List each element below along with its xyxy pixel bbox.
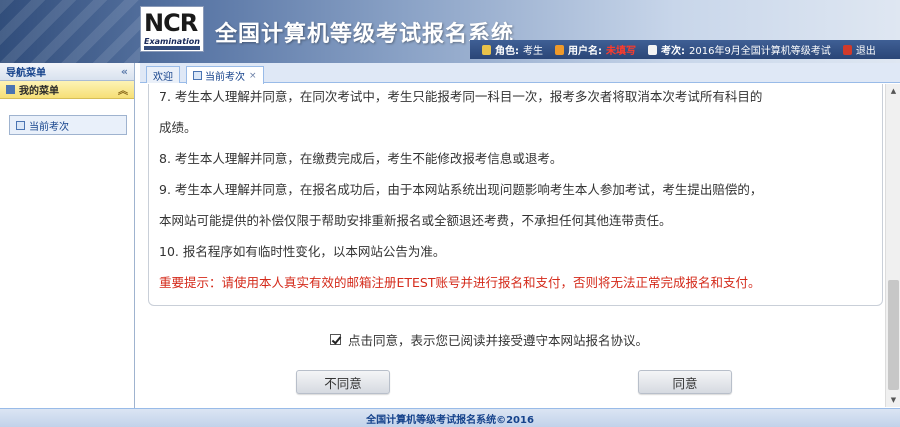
sidebar-item-label: 当前考次 bbox=[29, 121, 69, 133]
role-label: 角色: bbox=[495, 46, 519, 57]
tab-label: 当前考次 bbox=[205, 72, 245, 83]
my-menu-title: 我的菜单 bbox=[19, 86, 59, 97]
page-footer: 全国计算机等级考试报名系统©2016 bbox=[0, 408, 900, 427]
main-content: 7. 考生本人理解并同意，在同次考试中，考生只能报考同一科目一次，报考多次者将取… bbox=[140, 84, 885, 407]
menu-icon bbox=[6, 85, 15, 94]
tab-current-exam[interactable]: 当前考次 × bbox=[186, 66, 264, 84]
agree-button[interactable]: 同意 bbox=[638, 370, 732, 394]
exam-label: 考次: bbox=[661, 46, 685, 57]
sidebar-title: 导航菜单 bbox=[6, 68, 46, 79]
sidebar: 导航菜单 « 我的菜单 ︽ 当前考次 bbox=[0, 63, 135, 408]
tab-welcome[interactable]: 欢迎 bbox=[146, 66, 180, 83]
scroll-down-icon[interactable]: ▼ bbox=[886, 393, 900, 407]
agreement-line: 8. 考生本人理解并同意，在缴费完成后，考生不能修改报考信息或退考。 bbox=[159, 151, 563, 166]
exam-icon bbox=[648, 44, 657, 55]
exit-label[interactable]: 退出 bbox=[856, 42, 876, 57]
exam-segment: 考次: 2016年9月全国计算机等级考试 bbox=[648, 42, 831, 57]
agreement-line: 成绩。 bbox=[159, 120, 197, 135]
scroll-up-icon[interactable]: ▲ bbox=[886, 84, 900, 98]
disagree-button[interactable]: 不同意 bbox=[296, 370, 390, 394]
user-segment: 用户名: 未填写 bbox=[555, 42, 636, 57]
role-segment: 角色: 考生 bbox=[482, 42, 543, 57]
my-menu-header[interactable]: 我的菜单 ︽ bbox=[0, 81, 134, 99]
exit-icon[interactable] bbox=[842, 44, 852, 55]
consent-checkbox[interactable] bbox=[330, 334, 341, 345]
user-info-bar: 角色: 考生 用户名: 未填写 考次: 2016年9月全国计算机等级考试 退出 bbox=[470, 40, 900, 59]
agreement-panel: 7. 考生本人理解并同意，在同次考试中，考生只能报考同一科目一次，报考多次者将取… bbox=[148, 84, 883, 306]
document-icon bbox=[193, 71, 202, 80]
logo-subtitle: Examination bbox=[144, 37, 200, 46]
menu-toggle-icon[interactable]: ︽ bbox=[118, 82, 128, 97]
footer-text: 全国计算机等级考试报名系统©2016 bbox=[366, 414, 534, 426]
user-value: 未填写 bbox=[606, 46, 636, 57]
ncre-logo: NCR Examination bbox=[140, 6, 204, 52]
close-tab-icon[interactable]: × bbox=[249, 71, 257, 81]
app-header: NCR Examination 全国计算机等级考试报名系统 角色: 考生 用户名… bbox=[0, 0, 900, 63]
vertical-scrollbar[interactable]: ▲ ▼ bbox=[885, 84, 900, 407]
logo-underline bbox=[144, 46, 200, 50]
tab-label: 欢迎 bbox=[153, 71, 173, 83]
user-icon bbox=[555, 44, 564, 55]
scrollbar-thumb[interactable] bbox=[888, 280, 899, 390]
user-label: 用户名: bbox=[568, 46, 602, 57]
agreement-line: 7. 考生本人理解并同意，在同次考试中，考生只能报考同一科目一次，报考多次者将取… bbox=[159, 89, 763, 104]
sidebar-item-current-exam[interactable]: 当前考次 bbox=[9, 115, 127, 135]
exam-value: 2016年9月全国计算机等级考试 bbox=[689, 46, 831, 57]
agreement-line: 10. 报名程序如有临时性变化，以本网站公告为准。 bbox=[159, 244, 446, 259]
collapse-sidebar-icon[interactable]: « bbox=[121, 65, 128, 78]
consent-row: 点击同意，表示您已阅读并接受遵守本网站报名协议。 bbox=[330, 330, 648, 349]
role-value: 考生 bbox=[523, 46, 543, 57]
consent-label[interactable]: 点击同意，表示您已阅读并接受遵守本网站报名协议。 bbox=[348, 330, 648, 349]
document-icon bbox=[16, 120, 25, 130]
header-decoration bbox=[0, 0, 140, 63]
agreement-line: 9. 考生本人理解并同意，在报名成功后，由于本网站系统出现问题影响考生本人参加考… bbox=[159, 182, 763, 197]
tab-bar: 欢迎 当前考次 × bbox=[140, 63, 900, 84]
sidebar-header: 导航菜单 « bbox=[0, 63, 134, 81]
agreement-line: 本网站可能提供的补偿仅限于帮助安排重新报名或全额退还考费，不承担任何其他连带责任… bbox=[159, 213, 672, 228]
my-menu-lead: 我的菜单 bbox=[6, 82, 59, 97]
exit-link[interactable]: 退出 bbox=[842, 42, 876, 57]
role-icon bbox=[482, 44, 491, 55]
important-warning: 重要提示：请使用本人真实有效的邮箱注册ETEST账号并进行报名和支付，否则将无法… bbox=[159, 275, 761, 290]
logo-mark: NCR bbox=[144, 9, 198, 37]
